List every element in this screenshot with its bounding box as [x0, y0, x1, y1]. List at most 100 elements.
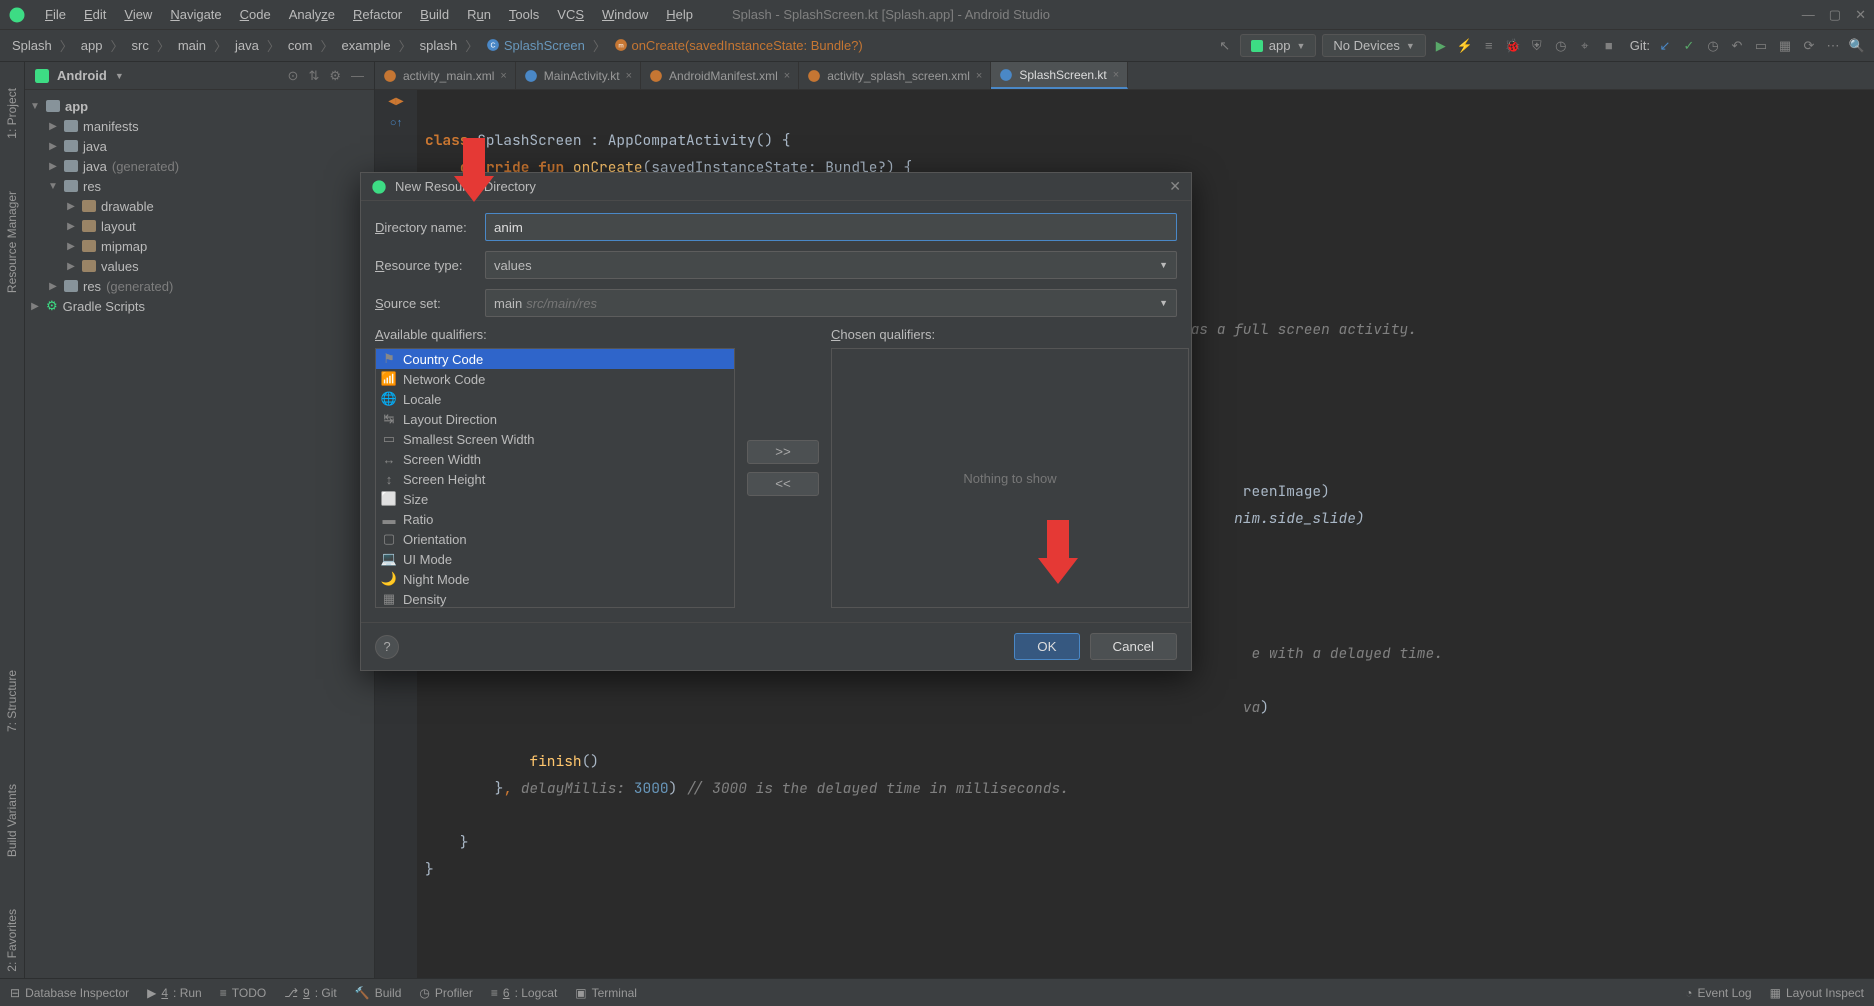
chosen-qualifiers-list[interactable]: Nothing to show: [831, 348, 1189, 608]
add-qualifier-button[interactable]: >>: [747, 440, 819, 464]
status-terminal[interactable]: ▣ Terminal: [575, 986, 637, 1000]
maximize-icon[interactable]: ▢: [1829, 7, 1841, 23]
git-update-icon[interactable]: ↙: [1656, 37, 1674, 55]
run-config-dropdown[interactable]: app ▼: [1240, 34, 1317, 57]
close-tab-icon[interactable]: ×: [1113, 69, 1119, 81]
ok-button[interactable]: OK: [1014, 633, 1079, 660]
menu-tools[interactable]: Tools: [500, 7, 548, 22]
qualifier-item[interactable]: 💻UI Mode: [376, 549, 734, 569]
menu-help[interactable]: Help: [657, 7, 702, 22]
dialog-close-icon[interactable]: ✕: [1169, 178, 1181, 195]
qualifier-item[interactable]: ▦Density: [376, 589, 734, 608]
status-todo[interactable]: ≡ TODO: [220, 986, 266, 1000]
coverage-icon[interactable]: ⛨: [1528, 37, 1546, 55]
editor-tab[interactable]: MainActivity.kt×: [516, 62, 641, 89]
restype-select[interactable]: values ▼: [485, 251, 1177, 279]
crumb-8[interactable]: C SplashScreen: [482, 38, 589, 53]
crumb-7[interactable]: splash: [416, 38, 462, 53]
crumb-4[interactable]: java: [231, 38, 263, 53]
menu-run[interactable]: Run: [458, 7, 500, 22]
rail-favorites[interactable]: 2: Favorites: [5, 903, 19, 978]
qualifier-item[interactable]: ⚑Country Code: [376, 349, 734, 369]
menu-build[interactable]: Build: [411, 7, 458, 22]
run-icon[interactable]: ▶: [1432, 37, 1450, 55]
apply-code-icon[interactable]: ≡: [1480, 37, 1498, 55]
more-icon[interactable]: ⋯: [1824, 37, 1842, 55]
menu-navigate[interactable]: Navigate: [161, 7, 230, 22]
qualifier-item[interactable]: ↕Screen Height: [376, 469, 734, 489]
gutter-override-icon-2[interactable]: ○↑: [390, 117, 402, 129]
qualifier-item[interactable]: 🌙Night Mode: [376, 569, 734, 589]
rail-structure[interactable]: 7: Structure: [5, 664, 19, 738]
status-logcat[interactable]: ≡ 6: Logcat: [491, 986, 557, 1000]
status-build[interactable]: 🔨 Build: [355, 986, 402, 1000]
menu-vcs[interactable]: VCS: [548, 7, 593, 22]
status-layout-inspector[interactable]: ▦ Layout Inspect: [1770, 986, 1864, 1000]
dirname-input[interactable]: [485, 213, 1177, 241]
device-dropdown[interactable]: No Devices ▼: [1322, 34, 1425, 57]
qualifier-item[interactable]: ▭Smallest Screen Width: [376, 429, 734, 449]
sort-icon[interactable]: ⇅: [308, 68, 319, 84]
editor-tab[interactable]: AndroidManifest.xml×: [641, 62, 799, 89]
minimize-icon[interactable]: —: [1802, 7, 1815, 23]
project-view-selector[interactable]: Android: [57, 68, 107, 83]
close-tab-icon[interactable]: ×: [500, 70, 506, 82]
git-history-icon[interactable]: ◷: [1704, 37, 1722, 55]
close-tab-icon[interactable]: ×: [976, 70, 982, 82]
apply-changes-icon[interactable]: ⚡: [1456, 37, 1474, 55]
git-revert-icon[interactable]: ↶: [1728, 37, 1746, 55]
search-everywhere-icon[interactable]: 🔍: [1848, 37, 1866, 55]
crumb-2[interactable]: src: [127, 38, 152, 53]
close-tab-icon[interactable]: ×: [626, 70, 632, 82]
crumb-1[interactable]: app: [77, 38, 107, 53]
rail-build-variants[interactable]: Build Variants: [5, 778, 19, 863]
back-icon[interactable]: ↖: [1216, 37, 1234, 55]
status-profiler[interactable]: ◷ Profiler: [419, 986, 473, 1000]
sourceset-select[interactable]: mainsrc/main/res ▼: [485, 289, 1177, 317]
crumb-9[interactable]: m onCreate(savedInstanceState: Bundle?): [610, 38, 867, 53]
sync-icon[interactable]: ⟳: [1800, 37, 1818, 55]
qualifier-item[interactable]: ▢Orientation: [376, 529, 734, 549]
qualifier-item[interactable]: 📶Network Code: [376, 369, 734, 389]
menu-file[interactable]: File: [36, 7, 75, 22]
menu-code[interactable]: Code: [231, 7, 280, 22]
menu-refactor[interactable]: Refactor: [344, 7, 411, 22]
menu-view[interactable]: View: [115, 7, 161, 22]
qualifier-item[interactable]: ⬜Size: [376, 489, 734, 509]
menu-edit[interactable]: Edit: [75, 7, 115, 22]
editor-tab[interactable]: activity_main.xml×: [375, 62, 516, 89]
qualifier-item[interactable]: 🌐Locale: [376, 389, 734, 409]
crumb-3[interactable]: main: [174, 38, 210, 53]
menu-analyze[interactable]: Analyze: [280, 7, 344, 22]
stop-icon[interactable]: ■: [1600, 37, 1618, 55]
crumb-0[interactable]: Splash: [8, 38, 56, 53]
status-event-log[interactable]: ◔ Event Log: [1685, 986, 1751, 1000]
avd-manager-icon[interactable]: ▭: [1752, 37, 1770, 55]
editor-tab[interactable]: activity_splash_screen.xml×: [799, 62, 991, 89]
available-qualifiers-list[interactable]: ⚑Country Code📶Network Code🌐Locale↹Layout…: [375, 348, 735, 608]
project-tree[interactable]: ▼app ▶manifests ▶java ▶java (generated) …: [25, 90, 374, 322]
gutter-override-icon[interactable]: ◀▶: [388, 96, 403, 107]
gear-icon[interactable]: ⚙: [329, 68, 341, 84]
status-run[interactable]: ▶ 4: Run: [147, 986, 202, 1000]
profiler-icon[interactable]: ◷: [1552, 37, 1570, 55]
menu-window[interactable]: Window: [593, 7, 657, 22]
status-git[interactable]: ⎇ 9: Git: [284, 986, 337, 1000]
help-button[interactable]: ?: [375, 635, 399, 659]
target-icon[interactable]: ⊙: [288, 68, 299, 84]
close-tab-icon[interactable]: ×: [784, 70, 790, 82]
qualifier-item[interactable]: ▬Ratio: [376, 509, 734, 529]
rail-project[interactable]: 1: Project: [5, 82, 19, 145]
sdk-manager-icon[interactable]: ▦: [1776, 37, 1794, 55]
crumb-5[interactable]: com: [284, 38, 317, 53]
debug-icon[interactable]: 🐞: [1504, 37, 1522, 55]
remove-qualifier-button[interactable]: <<: [747, 472, 819, 496]
cancel-button[interactable]: Cancel: [1090, 633, 1178, 660]
close-window-icon[interactable]: ✕: [1855, 7, 1866, 23]
hide-icon[interactable]: —: [351, 68, 364, 84]
status-db-inspector[interactable]: ⊟ Database Inspector: [10, 986, 129, 1000]
crumb-6[interactable]: example: [338, 38, 395, 53]
rail-resource-manager[interactable]: Resource Manager: [5, 185, 19, 299]
qualifier-item[interactable]: ↔Screen Width: [376, 449, 734, 469]
qualifier-item[interactable]: ↹Layout Direction: [376, 409, 734, 429]
